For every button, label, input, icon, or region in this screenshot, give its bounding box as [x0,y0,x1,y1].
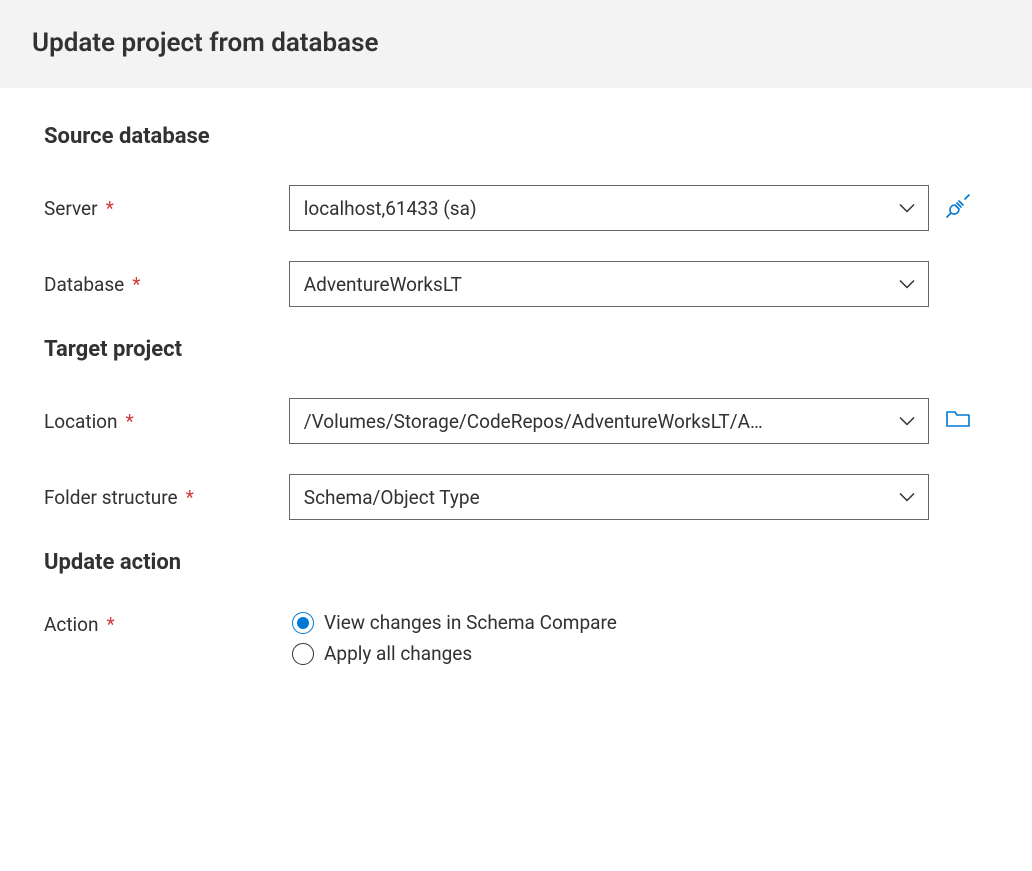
label-server: Server * [44,197,289,220]
field-row-folder-structure: Folder structure * Schema/Object Type [44,474,988,520]
radio-button-icon [292,612,314,634]
label-server-text: Server [44,197,98,220]
folder-structure-select[interactable]: Schema/Object Type [289,474,929,520]
required-indicator: * [107,613,115,636]
dialog-header: Update project from database [0,0,1032,88]
section-title-source: Source database [44,124,988,149]
connect-button[interactable] [944,194,972,222]
label-location: Location * [44,410,289,433]
folder-icon [945,408,971,434]
database-select-container: AdventureWorksLT [289,261,929,307]
radio-view-changes[interactable]: View changes in Schema Compare [292,611,617,634]
radio-button-icon [292,643,314,665]
action-cell-browse [929,407,988,435]
field-row-location: Location * /Volumes/Storage/CodeRepos/Ad… [44,398,988,444]
plug-icon [945,193,971,223]
label-folder-structure-text: Folder structure [44,486,178,509]
section-title-target: Target project [44,337,988,362]
field-row-database: Database * AdventureWorksLT [44,261,988,307]
action-cell-connect [929,194,988,222]
server-select-container: localhost,61433 (sa) [289,185,929,231]
database-select[interactable]: AdventureWorksLT [289,261,929,307]
action-radio-group: View changes in Schema Compare Apply all… [292,611,617,665]
section-title-update-action: Update action [44,550,988,575]
location-select-container: /Volumes/Storage/CodeRepos/AdventureWork… [289,398,929,444]
label-action-text: Action [44,613,99,636]
server-select[interactable]: localhost,61433 (sa) [289,185,929,231]
location-select[interactable]: /Volumes/Storage/CodeRepos/AdventureWork… [289,398,929,444]
field-row-server: Server * localhost,61433 (sa) [44,185,988,231]
radio-label-apply-all: Apply all changes [324,642,472,665]
field-row-action: Action * View changes in Schema Compare … [44,611,988,665]
browse-button[interactable] [944,407,972,435]
label-location-text: Location [44,410,118,433]
dialog-content: Source database Server * localhost,61433… [0,88,1032,665]
label-action: Action * [44,611,292,636]
required-indicator: * [126,410,134,433]
radio-label-view-changes: View changes in Schema Compare [324,611,617,634]
dialog-title: Update project from database [32,28,1000,58]
required-indicator: * [106,197,114,220]
required-indicator: * [186,486,194,509]
radio-dot-icon [297,617,309,629]
folder-structure-select-container: Schema/Object Type [289,474,929,520]
required-indicator: * [132,273,140,296]
label-folder-structure: Folder structure * [44,486,289,509]
radio-apply-all[interactable]: Apply all changes [292,642,617,665]
label-database: Database * [44,273,289,296]
label-database-text: Database [44,273,124,296]
